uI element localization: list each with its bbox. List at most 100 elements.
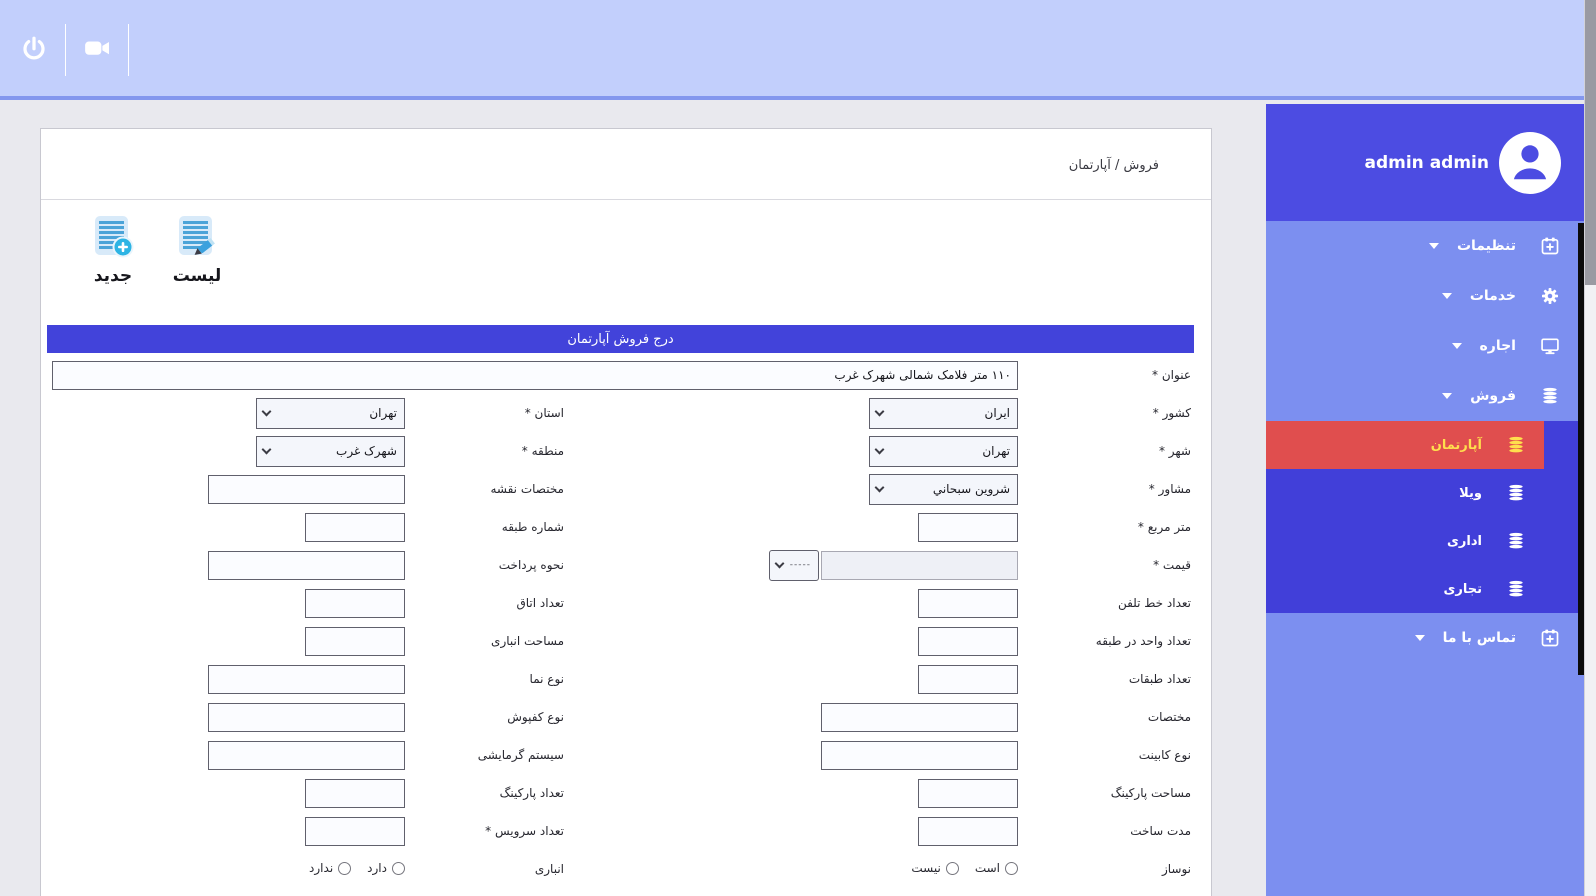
sidebar-item-3[interactable]: فروش bbox=[1266, 371, 1584, 421]
field-label-heating-system: سیستم گرمایشی bbox=[405, 748, 567, 762]
rooms-count-input[interactable] bbox=[305, 589, 405, 618]
sidebar-item-label: فروش bbox=[1470, 388, 1516, 404]
field-cell-heating-system bbox=[47, 741, 405, 770]
field-label-phone-lines: تعداد خط تلفن bbox=[1018, 596, 1194, 610]
floors-count-input[interactable] bbox=[918, 665, 1018, 694]
has-storage-radio-group: دارد ندارد bbox=[303, 861, 405, 875]
radio-label: ندارد bbox=[309, 861, 333, 875]
header-icon-bar bbox=[12, 24, 138, 76]
parking-count-input[interactable] bbox=[305, 779, 405, 808]
square-meters-input[interactable] bbox=[918, 513, 1018, 542]
field-label-construction-time: مدت ساخت bbox=[1018, 824, 1194, 838]
title-input[interactable] bbox=[52, 361, 1018, 390]
district-select[interactable]: شهرک غرب bbox=[256, 436, 405, 467]
user-name: admin admin bbox=[1365, 153, 1490, 173]
sidebar-subitem-2[interactable]: اداری bbox=[1266, 517, 1544, 565]
field-cell-payment-method bbox=[47, 551, 405, 580]
newly-built-radio[interactable] bbox=[1005, 862, 1018, 875]
price-field-group: ----- bbox=[769, 550, 1018, 581]
chevron-down-icon bbox=[1442, 393, 1452, 399]
radio-label: است bbox=[975, 861, 1000, 875]
field-cell-country: ایران bbox=[567, 398, 1018, 429]
sidebar-item-2[interactable]: اجاره bbox=[1266, 321, 1584, 371]
units-per-floor-input[interactable] bbox=[918, 627, 1018, 656]
calendar-plus-icon bbox=[1540, 628, 1560, 648]
sidebar-scrollbar-thumb[interactable] bbox=[1578, 223, 1584, 675]
map-coordinates-input[interactable] bbox=[208, 475, 405, 504]
has-storage-option-0: دارد bbox=[367, 861, 405, 875]
radio-label: دارد bbox=[367, 861, 387, 875]
facade-type-input[interactable] bbox=[208, 665, 405, 694]
sidebar-subitem-label: اداری bbox=[1447, 534, 1482, 549]
field-label-square-meters: متر مربع * bbox=[1018, 520, 1194, 534]
select-value: ایران bbox=[985, 406, 1010, 420]
select-value: شهرک غرب bbox=[336, 444, 397, 458]
has-storage-radio[interactable] bbox=[392, 862, 405, 875]
chevron-down-icon bbox=[875, 445, 885, 455]
sidebar-item-0[interactable]: تنظیمات bbox=[1266, 221, 1584, 271]
newly-built-option-1: نیست bbox=[911, 861, 958, 875]
page-scrollbar-thumb[interactable] bbox=[1585, 0, 1596, 285]
phone-lines-input[interactable] bbox=[918, 589, 1018, 618]
price-unit-select[interactable]: ----- bbox=[769, 550, 819, 581]
list-button[interactable]: لیست bbox=[169, 213, 225, 286]
parking-area-input[interactable] bbox=[918, 779, 1018, 808]
field-label-floors-count: تعداد طبقات bbox=[1018, 672, 1194, 686]
chevron-down-icon bbox=[1429, 243, 1439, 249]
field-cell-construction-time bbox=[567, 817, 1018, 846]
province-select[interactable]: تهران bbox=[256, 398, 405, 429]
flooring-type-input[interactable] bbox=[208, 703, 405, 732]
form-row-8: تعداد طبقاتنوع نما bbox=[47, 660, 1194, 698]
sidebar-subitem-3[interactable]: تجاری bbox=[1266, 565, 1544, 613]
field-cell-floor-number bbox=[47, 513, 405, 542]
field-label-units-per-floor: تعداد واحد در طبقه bbox=[1018, 634, 1194, 648]
price-input[interactable] bbox=[821, 551, 1018, 580]
avatar bbox=[1499, 132, 1561, 194]
storage-area-input[interactable] bbox=[305, 627, 405, 656]
monitor-icon bbox=[1540, 336, 1560, 356]
calendar-plus-icon bbox=[1540, 236, 1560, 256]
chevron-down-icon bbox=[1415, 635, 1425, 641]
heating-system-input[interactable] bbox=[208, 741, 405, 770]
form: عنوان *کشور *ایراناستان *تهرانشهر *تهران… bbox=[47, 356, 1194, 888]
chevron-down-icon bbox=[262, 445, 272, 455]
newly-built-radio[interactable] bbox=[946, 862, 959, 875]
sidebar-item-1[interactable]: خدمات bbox=[1266, 271, 1584, 321]
bathrooms-count-input[interactable] bbox=[305, 817, 405, 846]
power-button[interactable] bbox=[12, 28, 56, 72]
new-button[interactable]: جدید bbox=[85, 213, 141, 286]
features-input[interactable] bbox=[821, 703, 1018, 732]
cabinet-type-input[interactable] bbox=[821, 741, 1018, 770]
chevron-down-icon bbox=[875, 407, 885, 417]
sidebar-user-section: admin admin bbox=[1266, 104, 1584, 221]
country-select[interactable]: ایران bbox=[869, 398, 1018, 429]
field-label-province: استان * bbox=[405, 406, 567, 420]
select-value: تهران bbox=[369, 406, 397, 420]
chevron-down-icon bbox=[875, 483, 885, 493]
video-button[interactable] bbox=[75, 28, 119, 72]
page-scrollbar[interactable] bbox=[1584, 0, 1596, 896]
has-storage-radio[interactable] bbox=[338, 862, 351, 875]
field-label-newly-built: نوساز bbox=[1018, 862, 1194, 876]
field-label-flooring-type: نوع کفپوش bbox=[405, 710, 567, 724]
field-label-map-coordinates: مختصات نقشه bbox=[405, 482, 567, 496]
sidebar-subitem-0[interactable]: آپارتمان bbox=[1266, 421, 1544, 469]
chevron-down-icon bbox=[1442, 293, 1452, 299]
construction-time-input[interactable] bbox=[918, 817, 1018, 846]
form-row-11: مساحت پارکینگتعداد پارکینگ bbox=[47, 774, 1194, 812]
chevron-down-icon bbox=[775, 559, 785, 569]
field-label-consultant: مشاور * bbox=[1018, 482, 1194, 496]
payment-method-input[interactable] bbox=[208, 551, 405, 580]
form-row-7: تعداد واحد در طبقهمساحت انباری bbox=[47, 622, 1194, 660]
sidebar-subitem-1[interactable]: ویلا bbox=[1266, 469, 1544, 517]
sidebar-item-contact-us[interactable]: تماس با ما bbox=[1266, 613, 1584, 663]
consultant-select[interactable]: شروین سبحاني bbox=[869, 474, 1018, 505]
chevron-down-icon bbox=[262, 407, 272, 417]
floor-number-input[interactable] bbox=[305, 513, 405, 542]
video-camera-icon bbox=[82, 33, 112, 67]
doc-pencil-icon bbox=[174, 213, 220, 263]
field-cell-province: تهران bbox=[47, 398, 405, 429]
city-select[interactable]: تهران bbox=[869, 436, 1018, 467]
field-cell-city: تهران bbox=[567, 436, 1018, 467]
header-separator bbox=[65, 24, 66, 76]
